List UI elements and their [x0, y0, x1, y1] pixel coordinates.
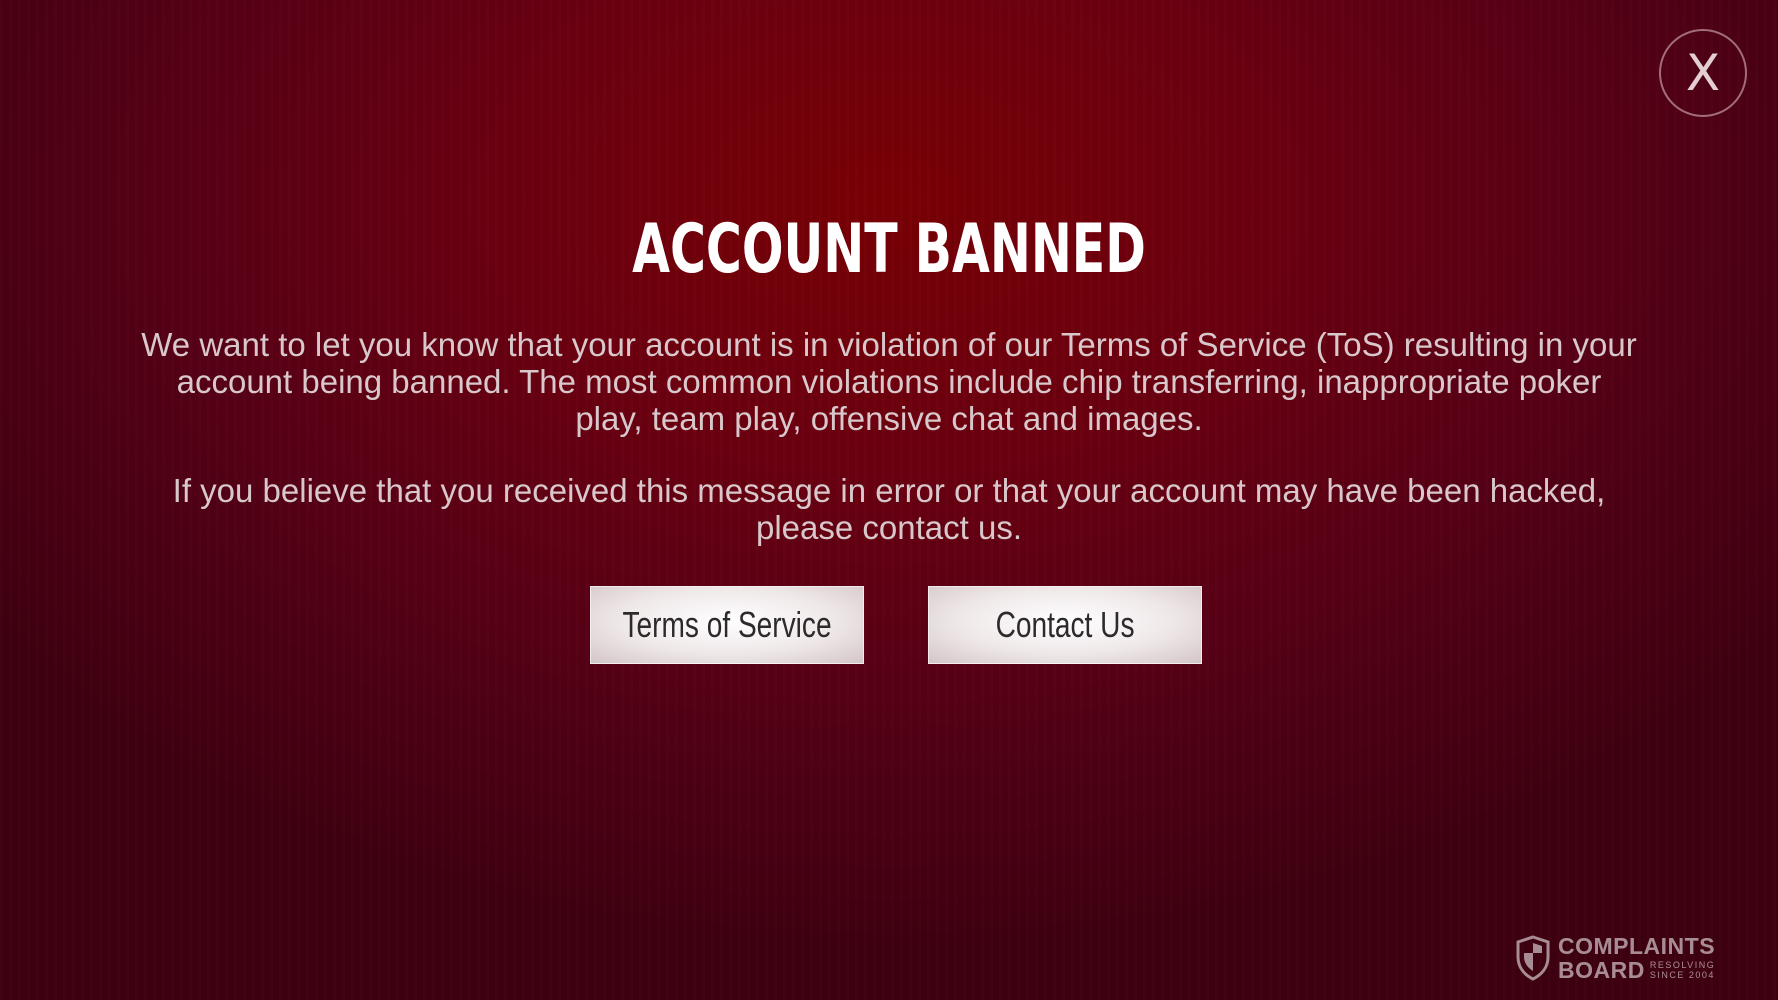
complaints-board-watermark: COMPLAINTS BOARD RESOLVING SINCE 2004	[1515, 934, 1729, 982]
shield-icon	[1516, 935, 1550, 981]
ban-message: We want to let you know that your accoun…	[141, 326, 1637, 437]
contact-message: If you believe that you received this me…	[172, 472, 1606, 546]
watermark-line-1: COMPLAINTS	[1558, 932, 1716, 959]
watermark-line-2: BOARD	[1558, 956, 1645, 983]
contact-us-label: Contact Us	[995, 604, 1135, 645]
watermark-tagline-1: RESOLVING	[1649, 960, 1716, 970]
terms-of-service-button[interactable]: Terms of Service	[590, 586, 864, 664]
contact-us-button[interactable]: Contact Us	[928, 586, 1202, 664]
terms-of-service-label: Terms of Service	[622, 604, 832, 645]
close-button[interactable]: X	[1659, 29, 1747, 117]
close-icon: X	[1685, 44, 1721, 102]
dialog-title: ACCOUNT BANNED	[632, 210, 1146, 289]
watermark-tagline-2: SINCE 2004	[1649, 970, 1715, 980]
